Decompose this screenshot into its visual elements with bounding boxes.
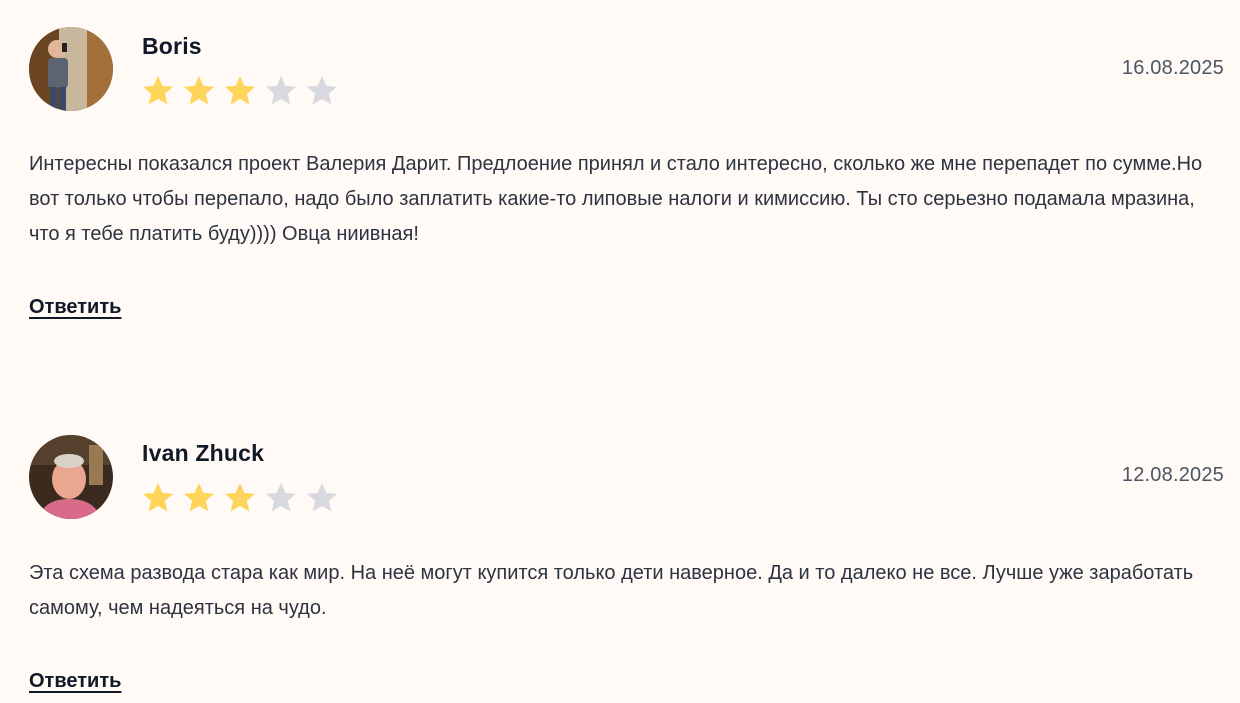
star-icon: [184, 483, 214, 512]
avatar: [29, 435, 113, 519]
star-icon: [184, 76, 214, 105]
star-rating: [140, 73, 340, 109]
user-photo-icon: [29, 435, 113, 519]
author-name: Ivan Zhuck: [142, 440, 265, 466]
review-date: 12.08.2025: [1121, 464, 1224, 486]
star-icon: [143, 483, 173, 512]
star-empty-icon: [307, 483, 337, 512]
star-empty-icon: [266, 483, 296, 512]
user-photo-icon: [29, 27, 113, 111]
star-rating: [140, 480, 340, 516]
star-icon: [225, 76, 255, 105]
star-empty-icon: [307, 76, 337, 105]
star-empty-icon: [266, 76, 296, 105]
review-text: Интересны показался проект Валерия Дарит…: [29, 153, 1203, 245]
star-icon: [225, 483, 255, 512]
reply-link[interactable]: Ответить: [29, 296, 121, 319]
star-icon: [143, 76, 173, 105]
review-date: 16.08.2025: [1121, 57, 1224, 79]
avatar: [29, 27, 113, 111]
reply-link[interactable]: Ответить: [29, 670, 121, 693]
author-name: Boris: [142, 33, 202, 59]
review-text: Эта схема развода стара как мир. На неё …: [29, 562, 1194, 619]
